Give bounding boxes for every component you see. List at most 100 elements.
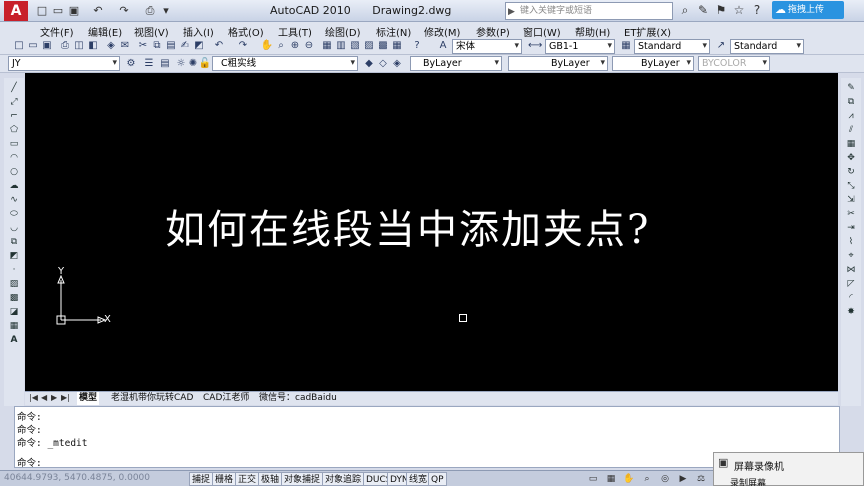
line-icon[interactable]: ╱ bbox=[7, 82, 21, 94]
lineweight-select[interactable]: ByLayer bbox=[612, 56, 694, 71]
xline-icon[interactable]: ⤢ bbox=[7, 96, 21, 108]
mirror-icon[interactable]: ⩘ bbox=[844, 110, 858, 122]
zoom-status-icon[interactable]: ⌕ bbox=[640, 472, 654, 486]
region-icon[interactable]: ◪ bbox=[7, 306, 21, 318]
command-prompt[interactable]: 命令: bbox=[17, 455, 42, 469]
table-style-icon[interactable]: ▦ bbox=[619, 39, 633, 53]
menu-dimension[interactable]: 标注(N) bbox=[376, 24, 411, 39]
tab-layout-1[interactable]: 老湿机带你玩转CAD bbox=[109, 392, 195, 405]
arc-icon[interactable]: ◠ bbox=[7, 152, 21, 164]
help-icon[interactable]: ? bbox=[748, 2, 766, 19]
erase-icon[interactable]: ✎ bbox=[844, 82, 858, 94]
workspace-settings-icon[interactable]: ⚙ bbox=[124, 57, 138, 71]
layer-select[interactable]: C粗实线 bbox=[212, 56, 358, 71]
layer-properties-icon[interactable]: ▤ bbox=[158, 57, 172, 71]
undo-tb-icon[interactable]: ↶ bbox=[212, 39, 226, 53]
otrack-toggle[interactable]: 对象追踪 bbox=[322, 472, 365, 486]
cloud-upload-button[interactable]: 拖拽上传 bbox=[772, 1, 844, 19]
hatch-icon[interactable]: ▨ bbox=[7, 278, 21, 290]
open-icon[interactable]: ▭ bbox=[50, 3, 66, 18]
search-icon[interactable]: ⌕ bbox=[676, 2, 694, 19]
revcloud-icon[interactable]: ☁ bbox=[7, 180, 21, 192]
plot-style-select[interactable]: BYCOLOR bbox=[698, 56, 770, 71]
gradient-icon[interactable]: ▩ bbox=[7, 292, 21, 304]
menu-edit[interactable]: 编辑(E) bbox=[88, 24, 122, 39]
model-space-icon[interactable]: ▭ bbox=[586, 472, 600, 486]
new-icon[interactable]: □ bbox=[34, 3, 50, 18]
coordinates-readout[interactable]: 40644.9793, 5470.4875, 0.0000 bbox=[4, 473, 150, 483]
multileader-style-select[interactable]: Standard bbox=[730, 39, 804, 54]
tool-palettes-icon[interactable]: ▧ bbox=[348, 39, 362, 53]
table-style-select[interactable]: Standard bbox=[634, 39, 710, 54]
qp-toggle[interactable]: QP bbox=[428, 472, 447, 486]
plot-icon[interactable]: ⎙ bbox=[142, 3, 158, 18]
ortho-toggle[interactable]: 正交 bbox=[235, 472, 260, 486]
ellipse-arc-icon[interactable]: ◡ bbox=[7, 222, 21, 234]
layer-manager-icon[interactable]: ☰ bbox=[142, 57, 156, 71]
polygon-icon[interactable]: ⬠ bbox=[7, 124, 21, 136]
menu-format[interactable]: 格式(O) bbox=[228, 24, 264, 39]
mtext-icon[interactable]: A bbox=[7, 334, 21, 346]
zoom-realtime-icon[interactable]: ⌕ bbox=[274, 39, 288, 53]
linetype-select[interactable]: ByLayer bbox=[508, 56, 608, 71]
join-icon[interactable]: ⋈ bbox=[844, 264, 858, 276]
text-font-select[interactable]: 宋体 bbox=[452, 39, 522, 54]
array-icon[interactable]: ▦ bbox=[844, 138, 858, 150]
tab-model[interactable]: 模型 bbox=[77, 392, 100, 405]
publish-icon[interactable]: ◧ bbox=[86, 39, 100, 53]
qa-dropdown-icon[interactable]: ▾ bbox=[158, 3, 174, 18]
screen-recorder-popup[interactable]: ▣ 屏幕录像机 录制屏幕 bbox=[713, 452, 864, 486]
cut-icon[interactable]: ✂ bbox=[136, 39, 150, 53]
zoom-previous-icon[interactable]: ⊖ bbox=[302, 39, 316, 53]
search-input[interactable]: ▶ 键入关键字或短语 bbox=[505, 2, 673, 20]
open-file-icon[interactable]: ▭ bbox=[26, 39, 40, 53]
color-select[interactable]: ByLayer bbox=[410, 56, 502, 71]
text-style-icon[interactable]: A bbox=[436, 39, 450, 53]
layer-state-icon[interactable]: ◈ bbox=[390, 57, 404, 71]
properties-icon[interactable]: ▦ bbox=[320, 39, 334, 53]
match-properties-icon[interactable]: ✍ bbox=[178, 39, 192, 53]
recorder-subtitle[interactable]: 录制屏幕 bbox=[730, 476, 766, 486]
undo-icon[interactable]: ↶ bbox=[90, 3, 106, 18]
tab-layout-3[interactable]: 微信号：cadBaidu bbox=[257, 392, 339, 405]
autocad-logo-icon[interactable]: A bbox=[4, 1, 28, 21]
steering-wheel-icon[interactable]: ◎ bbox=[658, 472, 672, 486]
chamfer-icon[interactable]: ◸ bbox=[844, 278, 858, 290]
print-icon[interactable]: ⎙ bbox=[58, 39, 72, 53]
drawing-canvas[interactable]: 如何在线段当中添加夹点? Y X bbox=[25, 73, 838, 391]
pan-status-icon[interactable]: ✋ bbox=[622, 472, 636, 486]
layer-previous-icon[interactable]: ◇ bbox=[376, 57, 390, 71]
favorites-icon[interactable]: ☆ bbox=[730, 2, 748, 19]
workspace-select[interactable]: JY bbox=[8, 56, 120, 71]
help-tb-icon[interactable]: ? bbox=[410, 39, 424, 53]
snap-toggle[interactable]: 捕捉 bbox=[189, 472, 214, 486]
calculator-icon[interactable]: ▦ bbox=[390, 39, 404, 53]
tab-layout-2[interactable]: CAD江老师 bbox=[201, 392, 251, 405]
spline-icon[interactable]: ∿ bbox=[7, 194, 21, 206]
make-current-icon[interactable]: ◆ bbox=[362, 57, 376, 71]
break-icon[interactable]: ⌖ bbox=[844, 250, 858, 262]
showmotion-icon[interactable]: ▶ bbox=[676, 472, 690, 486]
osnap-toggle[interactable]: 对象捕捉 bbox=[281, 472, 324, 486]
trim-icon[interactable]: ✂ bbox=[844, 208, 858, 220]
tab-prev-icon[interactable]: ◀ bbox=[41, 393, 47, 402]
move-icon[interactable]: ✥ bbox=[844, 152, 858, 164]
polar-toggle[interactable]: 极轴 bbox=[258, 472, 283, 486]
paste-icon[interactable]: ▤ bbox=[164, 39, 178, 53]
preview-icon[interactable]: ◫ bbox=[72, 39, 86, 53]
menu-insert[interactable]: 插入(I) bbox=[183, 24, 214, 39]
rectangle-icon[interactable]: ▭ bbox=[7, 138, 21, 150]
scale-icon[interactable]: ⤡ bbox=[844, 180, 858, 192]
offset-icon[interactable]: ⫽ bbox=[844, 124, 858, 136]
grid-toggle[interactable]: 栅格 bbox=[212, 472, 237, 486]
etransmit-icon[interactable]: ✉ bbox=[118, 39, 132, 53]
redo-tb-icon[interactable]: ↷ bbox=[236, 39, 250, 53]
3d-dwf-icon[interactable]: ◈ bbox=[104, 39, 118, 53]
circle-icon[interactable]: ○ bbox=[7, 166, 21, 178]
insert-block-icon[interactable]: ⧉ bbox=[7, 236, 21, 248]
multileader-style-icon[interactable]: ↗ bbox=[714, 39, 728, 53]
break-at-point-icon[interactable]: ⌇ bbox=[844, 236, 858, 248]
qnew-icon[interactable]: □ bbox=[12, 39, 26, 53]
communication-icon[interactable]: ⚑ bbox=[712, 2, 730, 19]
menu-view[interactable]: 视图(V) bbox=[134, 24, 169, 39]
